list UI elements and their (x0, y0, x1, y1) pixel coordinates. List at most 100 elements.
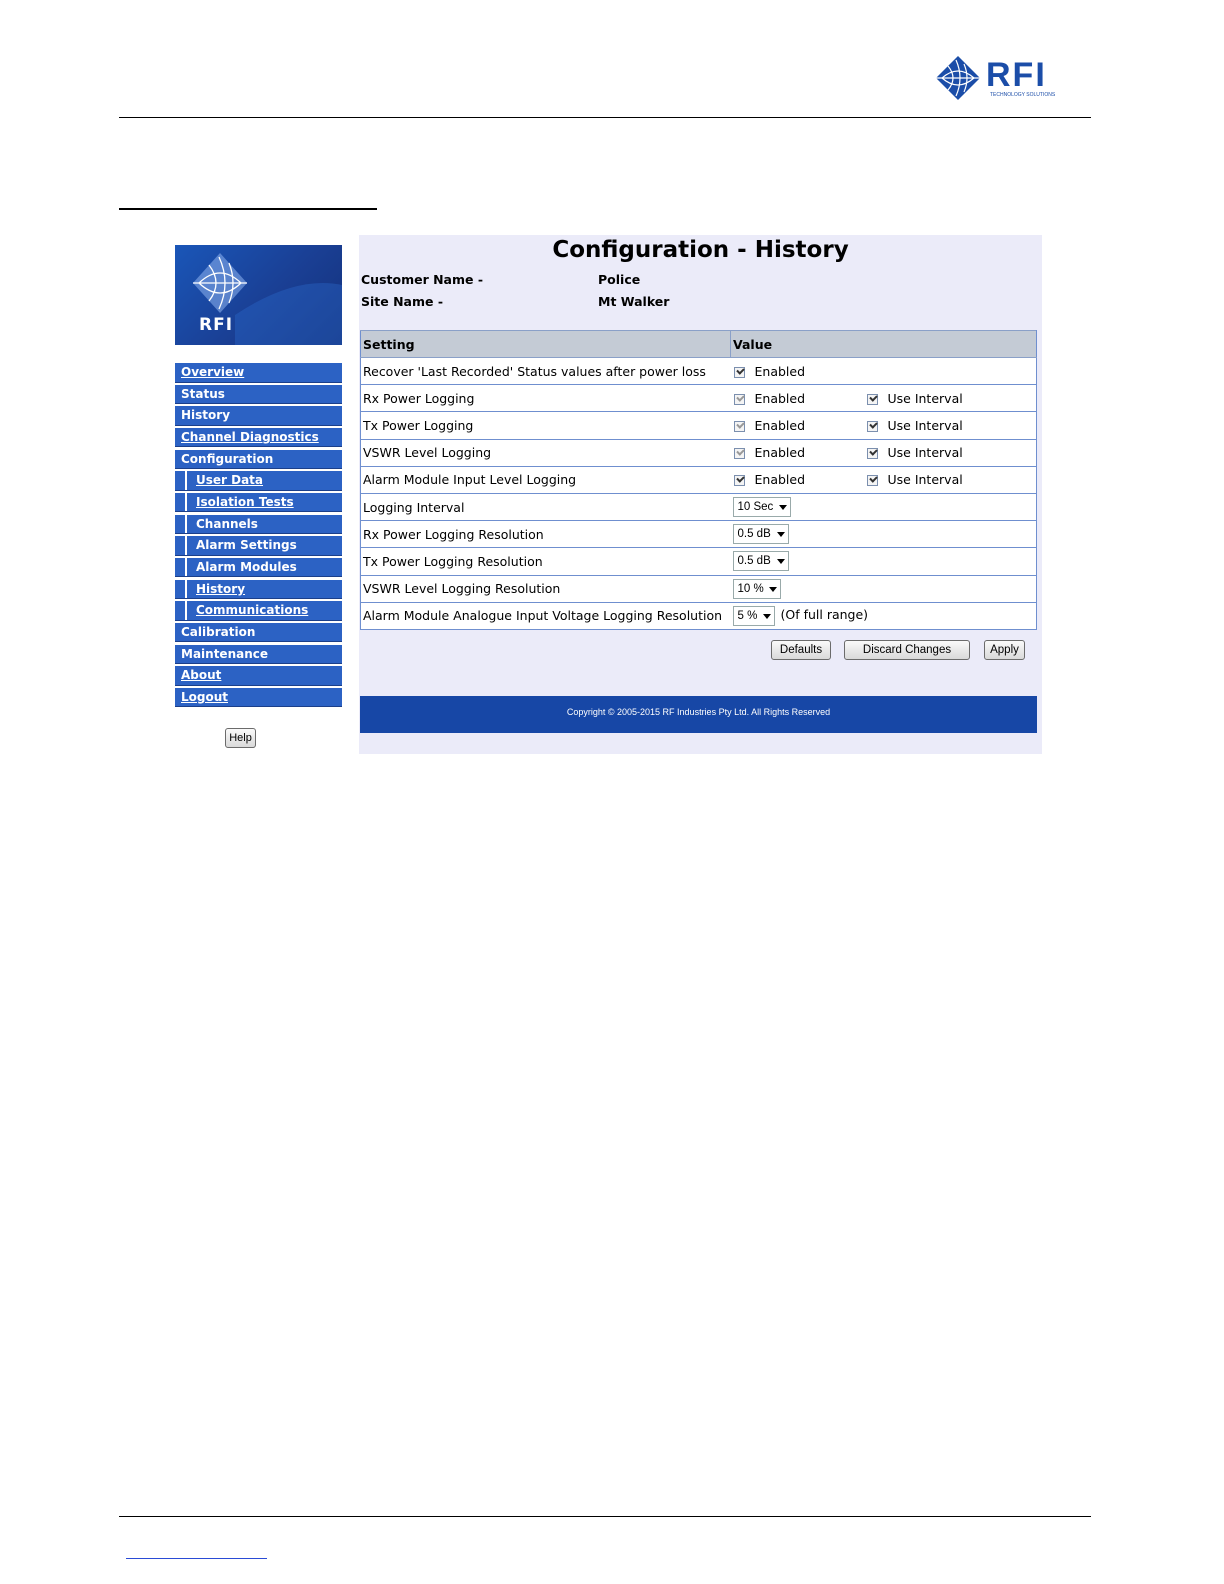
setting-label: Rx Power Logging Resolution (360, 520, 731, 549)
setting-label: Rx Power Logging (360, 384, 731, 413)
nav-label: Channels (196, 516, 258, 531)
apply-button[interactable]: Apply (984, 640, 1025, 660)
help-button[interactable]: Help (225, 728, 256, 748)
setting-label: VSWR Level Logging Resolution (360, 574, 731, 603)
value-cell: Enabled (730, 356, 1037, 386)
brand-tagline: TECHNOLOGY SOLUTIONS (990, 92, 1056, 98)
sidebar-nav: Overview Status History Channel Diagnost… (175, 363, 342, 710)
nav-logout[interactable]: Logout (175, 687, 342, 708)
recover-enabled-checkbox[interactable] (733, 366, 745, 378)
table-row: Logging Interval 10 Sec (360, 492, 1037, 522)
setting-label: VSWR Level Logging (360, 438, 731, 467)
setting-label: Logging Interval (360, 492, 731, 522)
enabled-label: Enabled (754, 472, 806, 488)
select-value: 10 Sec (737, 501, 774, 514)
chevron-down-icon (768, 586, 777, 592)
tx-use-interval-checkbox[interactable] (866, 420, 878, 432)
vswr-resolution-select[interactable]: 10 % (732, 578, 781, 599)
customer-name-label: Customer Name - (361, 272, 484, 287)
nav-label: Maintenance (181, 646, 269, 661)
rx-resolution-select[interactable]: 0.5 dB (732, 524, 789, 545)
nav-label: History (196, 581, 246, 596)
nav-label: About (181, 668, 222, 683)
vswr-use-interval-checkbox[interactable] (866, 448, 878, 460)
nav-label: History (181, 408, 231, 423)
nav-channel-diagnostics[interactable]: Channel Diagnostics (175, 427, 342, 448)
analogue-resolution-select[interactable]: 5 % (732, 605, 775, 626)
setting-label: Alarm Module Analogue Input Voltage Logg… (360, 601, 731, 630)
rx-enabled-checkbox[interactable] (733, 393, 745, 405)
copyright-footer: Copyright © 2005-2015 RF Industries Pty … (360, 696, 1037, 733)
value-cell: Enabled Use Interval (730, 384, 1037, 413)
nav-user-data[interactable]: User Data (175, 471, 342, 491)
page-link-underline (126, 1558, 267, 1559)
vswr-enabled-checkbox[interactable] (733, 448, 745, 460)
value-cell: Enabled Use Interval (730, 465, 1037, 494)
alarm-module-use-interval-checkbox[interactable] (866, 475, 878, 487)
setting-label: Tx Power Logging (360, 411, 731, 440)
header-value: Value (730, 330, 1037, 358)
nav-overview[interactable]: Overview (175, 363, 342, 383)
rfi-brand-logo: RFI TECHNOLOGY SOLUTIONS (934, 54, 1064, 102)
defaults-button[interactable]: Defaults (771, 640, 831, 660)
chevron-down-icon (776, 559, 785, 565)
nav-label: Channel Diagnostics (181, 429, 319, 444)
site-name-value: Mt Walker (598, 294, 670, 309)
section-heading-underline (119, 208, 377, 210)
select-value: 10 % (737, 582, 764, 595)
discard-changes-button[interactable]: Discard Changes (844, 640, 970, 660)
header-rule (119, 117, 1091, 118)
table-row: Tx Power Logging Enabled Use Interval (360, 411, 1037, 440)
value-cell: Enabled Use Interval (730, 438, 1037, 467)
nav-alarm-modules[interactable]: Alarm Modules (175, 557, 342, 578)
nav-label: Overview (181, 365, 245, 379)
table-row: VSWR Level Logging Resolution 10 % (360, 574, 1037, 603)
nav-channels[interactable]: Channels (175, 514, 342, 535)
value-cell: 5 % (Of full range) (730, 601, 1037, 630)
nav-maintenance[interactable]: Maintenance (175, 644, 342, 665)
customer-name-value: Police (598, 272, 641, 287)
use-interval-label: Use Interval (887, 445, 963, 461)
nav-config-history[interactable]: History (175, 579, 342, 600)
value-cell: Enabled Use Interval (730, 411, 1037, 440)
nav-history[interactable]: History (175, 406, 342, 426)
setting-label: Recover 'Last Recorded' Status values af… (360, 356, 731, 386)
nav-calibration[interactable]: Calibration (175, 622, 342, 643)
enabled-label: Enabled (754, 390, 806, 406)
table-row: VSWR Level Logging Enabled Use Interval (360, 438, 1037, 467)
history-settings-table: Setting Value Recover 'Last Recorded' St… (360, 330, 1037, 630)
nav-label: Alarm Settings (196, 538, 297, 553)
table-row: Alarm Module Analogue Input Voltage Logg… (360, 601, 1037, 630)
nav-communications[interactable]: Communications (175, 601, 342, 621)
site-name-label: Site Name - (361, 294, 444, 309)
nav-label: Calibration (181, 624, 256, 639)
nav-alarm-settings[interactable]: Alarm Settings (175, 536, 342, 556)
tx-enabled-checkbox[interactable] (733, 420, 745, 432)
rx-use-interval-checkbox[interactable] (866, 393, 878, 405)
nav-configuration[interactable]: Configuration (175, 449, 342, 470)
nav-status[interactable]: Status (175, 384, 342, 405)
table-row: Tx Power Logging Resolution 0.5 dB (360, 547, 1037, 576)
value-cell: 0.5 dB (730, 520, 1037, 549)
tx-resolution-select[interactable]: 0.5 dB (732, 551, 789, 572)
value-cell: 0.5 dB (730, 547, 1037, 576)
logging-interval-select[interactable]: 10 Sec (732, 497, 791, 518)
nav-label: Logout (181, 689, 229, 704)
chevron-down-icon (778, 505, 787, 511)
select-value: 5 % (737, 609, 758, 622)
nav-label: Configuration (181, 451, 274, 466)
chevron-down-icon (776, 532, 785, 538)
nav-about[interactable]: About (175, 666, 342, 686)
footer-rule (119, 1516, 1091, 1517)
table-row: Alarm Module Input Level Logging Enabled… (360, 465, 1037, 494)
header-setting: Setting (360, 330, 731, 358)
nav-isolation-tests[interactable]: Isolation Tests (175, 492, 342, 513)
nav-label: Alarm Modules (196, 559, 297, 574)
enabled-label: Enabled (754, 445, 806, 461)
setting-label: Alarm Module Input Level Logging (360, 465, 731, 494)
nav-label: Communications (196, 603, 309, 618)
nav-label: Isolation Tests (196, 494, 294, 509)
enabled-label: Enabled (754, 363, 806, 379)
nav-label: User Data (196, 473, 264, 488)
alarm-module-enabled-checkbox[interactable] (733, 475, 745, 487)
